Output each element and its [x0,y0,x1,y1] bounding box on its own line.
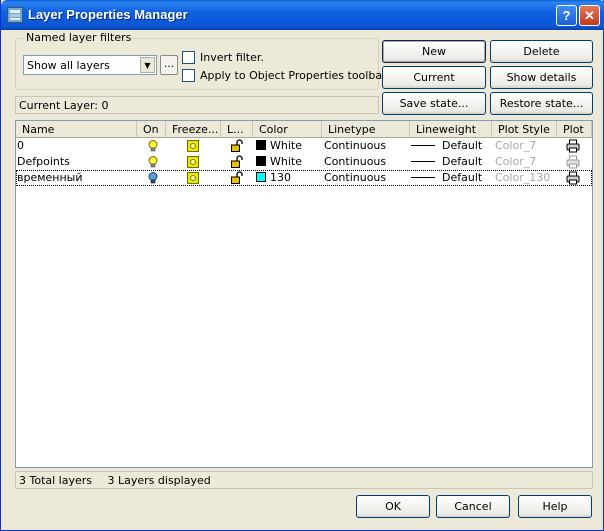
sun-thawed-icon[interactable] [186,155,200,169]
layer-name: временный [17,171,83,184]
layer-lineweight-value: Default [442,139,483,152]
padlock-unlocked-icon[interactable] [230,139,244,153]
lightbulb-on-icon[interactable] [146,139,160,153]
layer-name: Defpoints [17,155,70,168]
sun-thawed-icon[interactable] [186,139,200,153]
ok-button[interactable]: OK [356,495,430,518]
column-header-on[interactable]: On [137,121,166,137]
show-details-button[interactable]: Show details [490,66,593,89]
restore-state-button[interactable]: Restore state... [490,92,593,115]
layer-row-selected[interactable]: временный 130 Continuous Default Color_1… [16,170,592,186]
color-swatch [256,156,266,166]
lineweight-sample [411,145,435,146]
layer-lineweight[interactable]: Default [411,171,482,184]
new-layer-button[interactable]: New [382,40,486,63]
sun-thawed-icon[interactable] [186,171,200,185]
layer-row[interactable]: Defpoints White Continuous Default Color… [16,154,592,170]
lightbulb-on-icon[interactable] [146,171,160,185]
column-header-lineweight[interactable]: Lineweight [410,121,492,137]
status-bar: 3 Total layers 3 Layers displayed [15,471,593,489]
help-title-button[interactable]: ? [556,5,577,26]
delete-layer-button[interactable]: Delete [490,40,593,63]
column-header-lock[interactable]: L... [221,121,253,137]
layer-color[interactable]: 130 [256,171,291,184]
title-bar[interactable]: Layer Properties Manager ? ✕ [1,0,604,30]
filter-select-value: Show all layers [27,59,110,72]
layer-properties-dialog: Layer Properties Manager ? ✕ Named layer… [0,0,604,531]
invert-filter-label: Invert filter. [200,51,264,64]
layer-linetype[interactable]: Continuous [324,139,386,152]
layer-plot-style: Color_130 [495,171,551,184]
layer-lineweight[interactable]: Default [411,155,482,168]
padlock-unlocked-icon[interactable] [230,155,244,169]
lightbulb-on-icon[interactable] [146,155,160,169]
apply-toolbar-label: Apply to Object Properties toolbar. [200,69,390,82]
layer-plot-style: Color_7 [495,139,537,152]
set-current-button[interactable]: Current [382,66,486,89]
dialog-client-area: Named layer filters Show all layers ▼ ..… [5,30,599,526]
invert-filter-checkbox[interactable] [182,51,195,64]
total-layers-count: 3 Total layers [19,474,93,487]
layer-list[interactable]: Name On Freeze... L... Color Linetype Li… [15,120,593,468]
current-layer-display: Current Layer: 0 [15,96,379,114]
save-state-button[interactable]: Save state... [382,92,486,115]
layer-color[interactable]: White [256,155,302,168]
chevron-down-icon[interactable]: ▼ [140,57,155,73]
column-header-name[interactable]: Name [16,121,137,137]
layer-color[interactable]: White [256,139,302,152]
printer-icon[interactable] [566,171,580,185]
layer-lineweight-value: Default [442,171,483,184]
layer-name: 0 [17,139,24,152]
layer-manager-app-icon [7,7,23,23]
layer-plot-style: Color_7 [495,155,537,168]
layer-linetype[interactable]: Continuous [324,155,386,168]
cancel-button[interactable]: Cancel [436,495,510,518]
layer-lineweight[interactable]: Default [411,139,482,152]
invert-filter-row[interactable]: Invert filter. [182,51,264,64]
printer-disabled-icon[interactable] [566,155,580,169]
help-button[interactable]: Help [518,495,592,518]
column-header-color[interactable]: Color [253,121,322,137]
lineweight-sample [411,161,435,162]
layer-color-name: 130 [270,171,291,184]
printer-icon[interactable] [566,139,580,153]
layer-lineweight-value: Default [442,155,483,168]
layer-color-name: White [270,155,302,168]
close-title-button[interactable]: ✕ [579,5,600,26]
column-header-plot-style[interactable]: Plot Style [492,121,557,137]
padlock-unlocked-icon[interactable] [230,171,244,185]
layer-row[interactable]: 0 White Continuous Default Color_7 [16,138,592,154]
apply-toolbar-row[interactable]: Apply to Object Properties toolbar. [182,69,389,82]
column-header-linetype[interactable]: Linetype [322,121,410,137]
layer-list-header: Name On Freeze... L... Color Linetype Li… [16,121,592,138]
column-header-plot[interactable]: Plot [557,121,592,137]
lineweight-sample [411,177,435,178]
named-layer-filters-label: Named layer filters [24,31,134,44]
filter-select[interactable]: Show all layers ▼ [23,55,157,75]
column-header-freeze[interactable]: Freeze... [166,121,221,137]
filter-dialog-button[interactable]: ... [160,55,178,75]
layer-linetype[interactable]: Continuous [324,171,386,184]
layer-color-name: White [270,139,302,152]
color-swatch [256,172,266,182]
apply-toolbar-checkbox[interactable] [182,69,195,82]
displayed-layers-count: 3 Layers displayed [107,474,211,487]
window-title: Layer Properties Manager [28,7,188,22]
color-swatch [256,140,266,150]
